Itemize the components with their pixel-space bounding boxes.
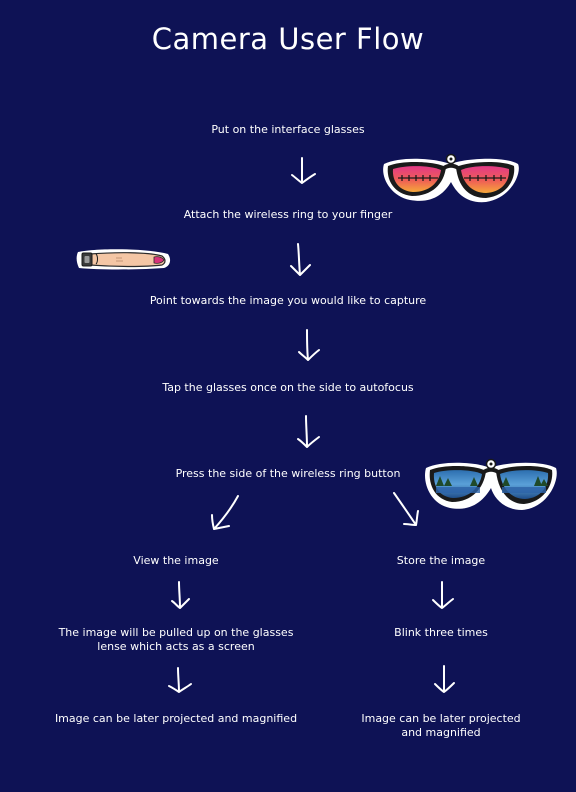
down-arrow-icon	[285, 242, 315, 278]
down-arrow-icon	[293, 414, 323, 450]
step-put-on-glasses: Put on the interface glasses	[211, 123, 365, 136]
step-image-pulled-up: The image will be pulled up on the glass…	[36, 626, 316, 654]
page-title: Camera User Flow	[151, 22, 425, 56]
step-point-towards: Point towards the image you would like t…	[149, 294, 427, 307]
step-view-image: View the image	[133, 554, 219, 567]
step-image-pulled-up-line2: lense which acts as a screen	[97, 640, 255, 653]
finger-ring-icon	[76, 246, 172, 272]
step-left-projected: Image can be later projected and magnifi…	[54, 712, 298, 725]
down-arrow-icon	[167, 580, 193, 612]
step-attach-ring: Attach the wireless ring to your finger	[183, 208, 393, 221]
step-right-projected: Image can be later projected and magnifi…	[341, 712, 541, 740]
step-image-pulled-up-line1: The image will be pulled up on the glass…	[58, 626, 294, 639]
sunglasses-icon	[380, 152, 522, 208]
step-right-projected-line1: Image can be later projected	[361, 712, 521, 725]
step-tap-glasses: Tap the glasses once on the side to auto…	[162, 381, 414, 394]
step-press-ring: Press the side of the wireless ring butt…	[175, 467, 401, 480]
down-arrow-icon	[430, 664, 460, 696]
step-blink-three: Blink three times	[394, 626, 488, 639]
down-arrow-icon	[293, 328, 323, 364]
landscape-glasses-icon	[424, 458, 558, 514]
down-left-arrow-icon	[208, 493, 242, 533]
step-right-projected-line2: and magnified	[401, 726, 481, 739]
down-right-arrow-icon	[390, 490, 424, 530]
down-arrow-icon	[165, 666, 195, 696]
down-arrow-icon	[428, 580, 458, 612]
down-arrow-icon	[288, 156, 318, 186]
step-store-image: Store the image	[396, 554, 486, 567]
